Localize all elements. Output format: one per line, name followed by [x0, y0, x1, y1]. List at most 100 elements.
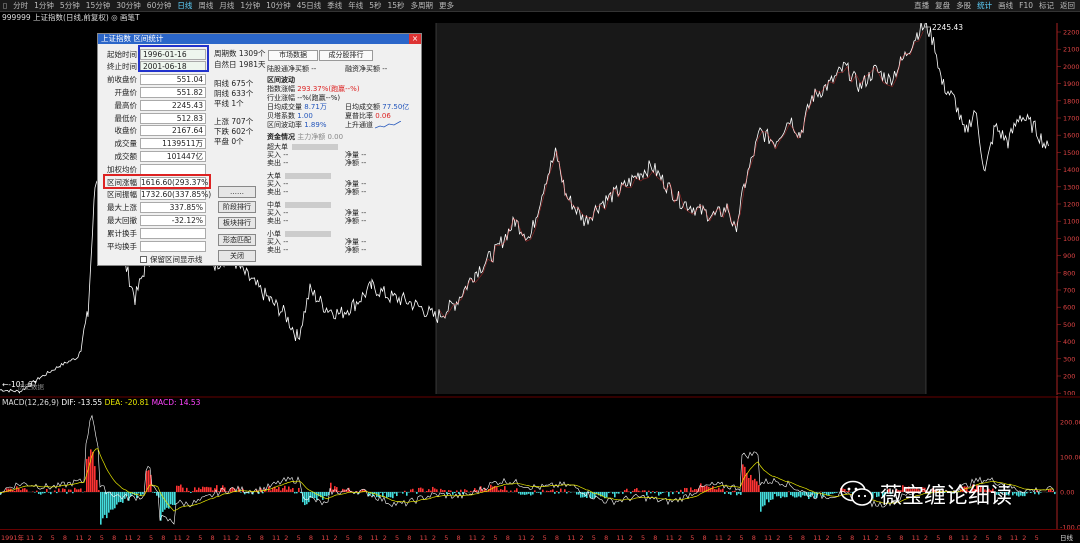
tab-market-data[interactable]: 市场数据 — [268, 50, 318, 61]
toolbar-item-4[interactable]: 画线 — [995, 0, 1016, 11]
stat-row-11: 区间振幅 1732.60(337.85%) — [102, 189, 211, 201]
macd-bar — [556, 490, 558, 492]
checkbox-icon[interactable] — [140, 256, 147, 263]
macd-bar — [294, 492, 296, 494]
period-tab-10[interactable]: 10分钟 — [263, 0, 294, 11]
keep-range-checkbox[interactable]: 保留区间显示线 — [140, 254, 203, 265]
price-tick-label: 1200 — [1063, 201, 1080, 209]
macd-bar — [286, 489, 288, 492]
macd-bar — [742, 464, 744, 492]
period-toolbar: ▯ 分时 1分钟 5分钟 15分钟 30分钟 60分钟 日线 周线 月线 1分钟 10分钟 45日线季… — [0, 0, 1080, 12]
macd-bar — [686, 488, 688, 492]
period-tab-16[interactable]: 多周期 — [408, 0, 437, 11]
macd-bar — [642, 490, 644, 492]
macd-bar — [56, 492, 58, 494]
macd-bar — [678, 492, 680, 494]
macd-bar — [210, 487, 212, 492]
macd-bar — [38, 492, 40, 494]
time-axis-label: 8 — [604, 534, 608, 542]
period-tab-1[interactable]: 1分钟 — [31, 0, 57, 11]
toolbar-item-2[interactable]: 多股 — [953, 0, 974, 11]
macd-bar — [74, 487, 76, 492]
macd-bar — [712, 486, 714, 492]
time-axis-label: 2 — [530, 534, 534, 542]
macd-bar — [148, 470, 150, 492]
time-axis-label: 11 — [666, 534, 674, 542]
period-tab-6[interactable]: 日线 — [174, 0, 195, 11]
close-icon[interactable]: × — [409, 34, 421, 44]
time-axis-label: 2 — [284, 534, 288, 542]
period-tab-12[interactable]: 季线 — [324, 0, 345, 11]
stat-row-13: 最大回撤 -32.12% — [102, 214, 206, 226]
price-tick-label: 800 — [1063, 269, 1075, 277]
time-axis-label: 11 — [764, 534, 772, 542]
macd-bar — [552, 489, 554, 492]
toolbar-item-0[interactable]: 直播 — [911, 0, 932, 11]
time-axis-label: 2 — [826, 534, 830, 542]
stat-value: 512.83 — [140, 112, 206, 124]
macd-bar — [378, 492, 380, 498]
time-axis-start: 1991年 — [1, 533, 25, 542]
macd-bar — [524, 492, 526, 495]
time-axis-label: 5 — [936, 534, 940, 542]
period-tab-17[interactable]: 更多 — [436, 0, 457, 11]
time-axis-label: 2 — [186, 534, 190, 542]
period-tab-13[interactable]: 年线 — [345, 0, 366, 11]
toolbar-item-5[interactable]: F10 — [1016, 0, 1036, 11]
price-tick-label: 200 — [1063, 373, 1075, 381]
period-tab-14[interactable]: 5秒 — [366, 0, 384, 11]
macd-bar — [638, 490, 640, 492]
period-tab-15[interactable]: 15秒 — [385, 0, 408, 11]
period-tab-11[interactable]: 45日线 — [294, 0, 325, 11]
time-axis-label: 2 — [678, 534, 682, 542]
margin-net-buy: 融资净买额 -- — [345, 65, 388, 73]
macd-bar — [772, 492, 774, 500]
sector-rank-button[interactable]: 板块排行 — [218, 217, 256, 229]
macd-bar — [176, 485, 178, 492]
toolbar-menu-icon[interactable]: ▯ — [0, 0, 10, 11]
period-tab-3[interactable]: 15分钟 — [83, 0, 114, 11]
time-axis-label: 5 — [887, 534, 891, 542]
close-button[interactable]: 关闭 — [218, 250, 256, 262]
macd-bar — [724, 492, 726, 495]
period-tab-5[interactable]: 60分钟 — [144, 0, 175, 11]
macd-bar — [1050, 489, 1052, 492]
period-tab-7[interactable]: 周线 — [195, 0, 216, 11]
macd-bar — [780, 492, 782, 499]
macd-bar — [58, 488, 60, 492]
toolbar-item-6[interactable]: 标记 — [1036, 0, 1057, 11]
stat-label: 最高价 — [114, 100, 138, 110]
channel: 上升通道 — [345, 120, 402, 130]
macd-bar — [570, 492, 572, 493]
price-tick-label: 1600 — [1063, 132, 1080, 140]
macd-bar — [502, 489, 504, 492]
macd-bar — [530, 492, 532, 496]
time-axis-label: 2 — [38, 534, 42, 542]
toolbar-item-7[interactable]: 返回 — [1057, 0, 1078, 11]
stat-label: 起始时间 — [107, 49, 137, 59]
macd-bar — [456, 490, 458, 492]
macd-bar — [306, 492, 308, 505]
stat-row-14: 累计换手 — [102, 227, 206, 239]
stage-rank-button[interactable]: 阶段排行 — [218, 201, 256, 213]
tab-constituent-rank[interactable]: 成分股排行 — [319, 50, 373, 61]
macd-bar — [542, 489, 544, 492]
toolbar-item-3[interactable]: 统计 — [974, 0, 995, 11]
macd-bar — [554, 492, 556, 494]
period-tab-9[interactable]: 1分钟 — [237, 0, 263, 11]
period-tab-0[interactable]: 分时 — [10, 0, 31, 11]
dialog-title-bar[interactable]: 上证指数 区间统计 × — [98, 34, 421, 44]
range-stats-dialog: 上证指数 区间统计 × 起始时间 1996-01-16 终止时间 2001-06-18… — [97, 33, 422, 266]
macd-bar — [326, 492, 328, 497]
stat-row-15: 平均换手 — [102, 240, 206, 252]
pattern-match-button[interactable]: 形态匹配 — [218, 234, 256, 246]
toolbar-item-1[interactable]: 复盘 — [932, 0, 953, 11]
time-axis-label: 2 — [973, 534, 977, 542]
macd-bar — [162, 492, 164, 512]
macd-bar — [700, 483, 702, 492]
period-tab-4[interactable]: 30分钟 — [113, 0, 144, 11]
even-count: 平盘 0个 — [214, 137, 244, 146]
period-tab-2[interactable]: 5分钟 — [57, 0, 83, 11]
more-button[interactable]: …… — [218, 186, 256, 198]
period-tab-8[interactable]: 月线 — [216, 0, 237, 11]
